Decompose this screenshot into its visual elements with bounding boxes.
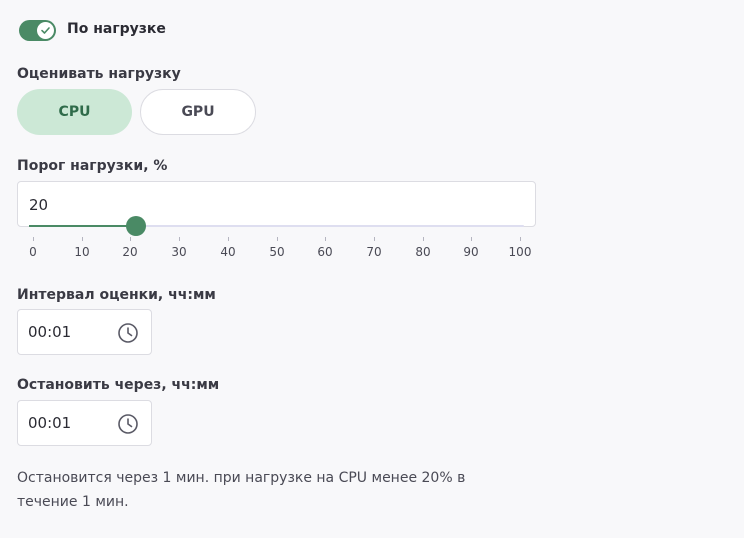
slider-tick bbox=[228, 237, 229, 241]
threshold-input[interactable]: 20 bbox=[17, 181, 536, 227]
slider-tick-label: 30 bbox=[171, 245, 187, 259]
slider-tick-label: 0 bbox=[29, 245, 37, 259]
slider-tick bbox=[130, 237, 131, 241]
slider-tick-label: 20 bbox=[122, 245, 138, 259]
clock-icon[interactable] bbox=[117, 413, 139, 435]
slider-tick bbox=[33, 237, 34, 241]
slider-tick-label: 40 bbox=[220, 245, 236, 259]
stop-after-input[interactable]: 00:01 bbox=[17, 400, 152, 446]
slider-tick bbox=[374, 237, 375, 241]
summary-text: Остановится через 1 мин. при нагрузке на… bbox=[17, 470, 466, 510]
slider-tick-label: 10 bbox=[74, 245, 90, 259]
interval-input[interactable]: 00:01 bbox=[17, 309, 152, 355]
threshold-label: Порог нагрузки, % bbox=[17, 158, 168, 174]
cpu-option-button[interactable]: CPU bbox=[17, 89, 132, 135]
gpu-option-button[interactable]: GPU bbox=[140, 89, 256, 135]
check-icon bbox=[41, 27, 50, 34]
slider-tick bbox=[82, 237, 83, 241]
stop-after-label: Остановить через, чч:мм bbox=[17, 377, 220, 393]
slider-tick bbox=[471, 237, 472, 241]
interval-label: Интервал оценки, чч:мм bbox=[17, 287, 216, 303]
slider-tick bbox=[423, 237, 424, 241]
threshold-input-value: 20 bbox=[29, 196, 49, 214]
slider-tick-label: 90 bbox=[463, 245, 479, 259]
clock-icon[interactable] bbox=[117, 322, 139, 344]
slider-tick bbox=[179, 237, 180, 241]
threshold-slider-fill bbox=[29, 225, 128, 227]
slider-tick bbox=[277, 237, 278, 241]
auto-stop-settings: По нагрузке Оценивать нагрузку CPU GPU П… bbox=[0, 0, 744, 538]
slider-tick-label: 50 bbox=[269, 245, 285, 259]
slider-tick-label: 100 bbox=[508, 245, 532, 259]
slider-tick-label: 70 bbox=[366, 245, 382, 259]
toggle-knob bbox=[37, 22, 54, 39]
load-toggle[interactable] bbox=[19, 20, 56, 41]
load-toggle-label: По нагрузке bbox=[67, 21, 166, 37]
threshold-slider-thumb[interactable] bbox=[126, 216, 146, 236]
slider-tick bbox=[325, 237, 326, 241]
slider-tick bbox=[520, 237, 521, 241]
slider-tick-label: 80 bbox=[415, 245, 431, 259]
evaluate-label: Оценивать нагрузку bbox=[17, 66, 181, 82]
threshold-slider-track[interactable] bbox=[29, 225, 524, 227]
stop-after-value: 00:01 bbox=[28, 414, 72, 432]
interval-value: 00:01 bbox=[28, 323, 72, 341]
slider-tick-label: 60 bbox=[317, 245, 333, 259]
